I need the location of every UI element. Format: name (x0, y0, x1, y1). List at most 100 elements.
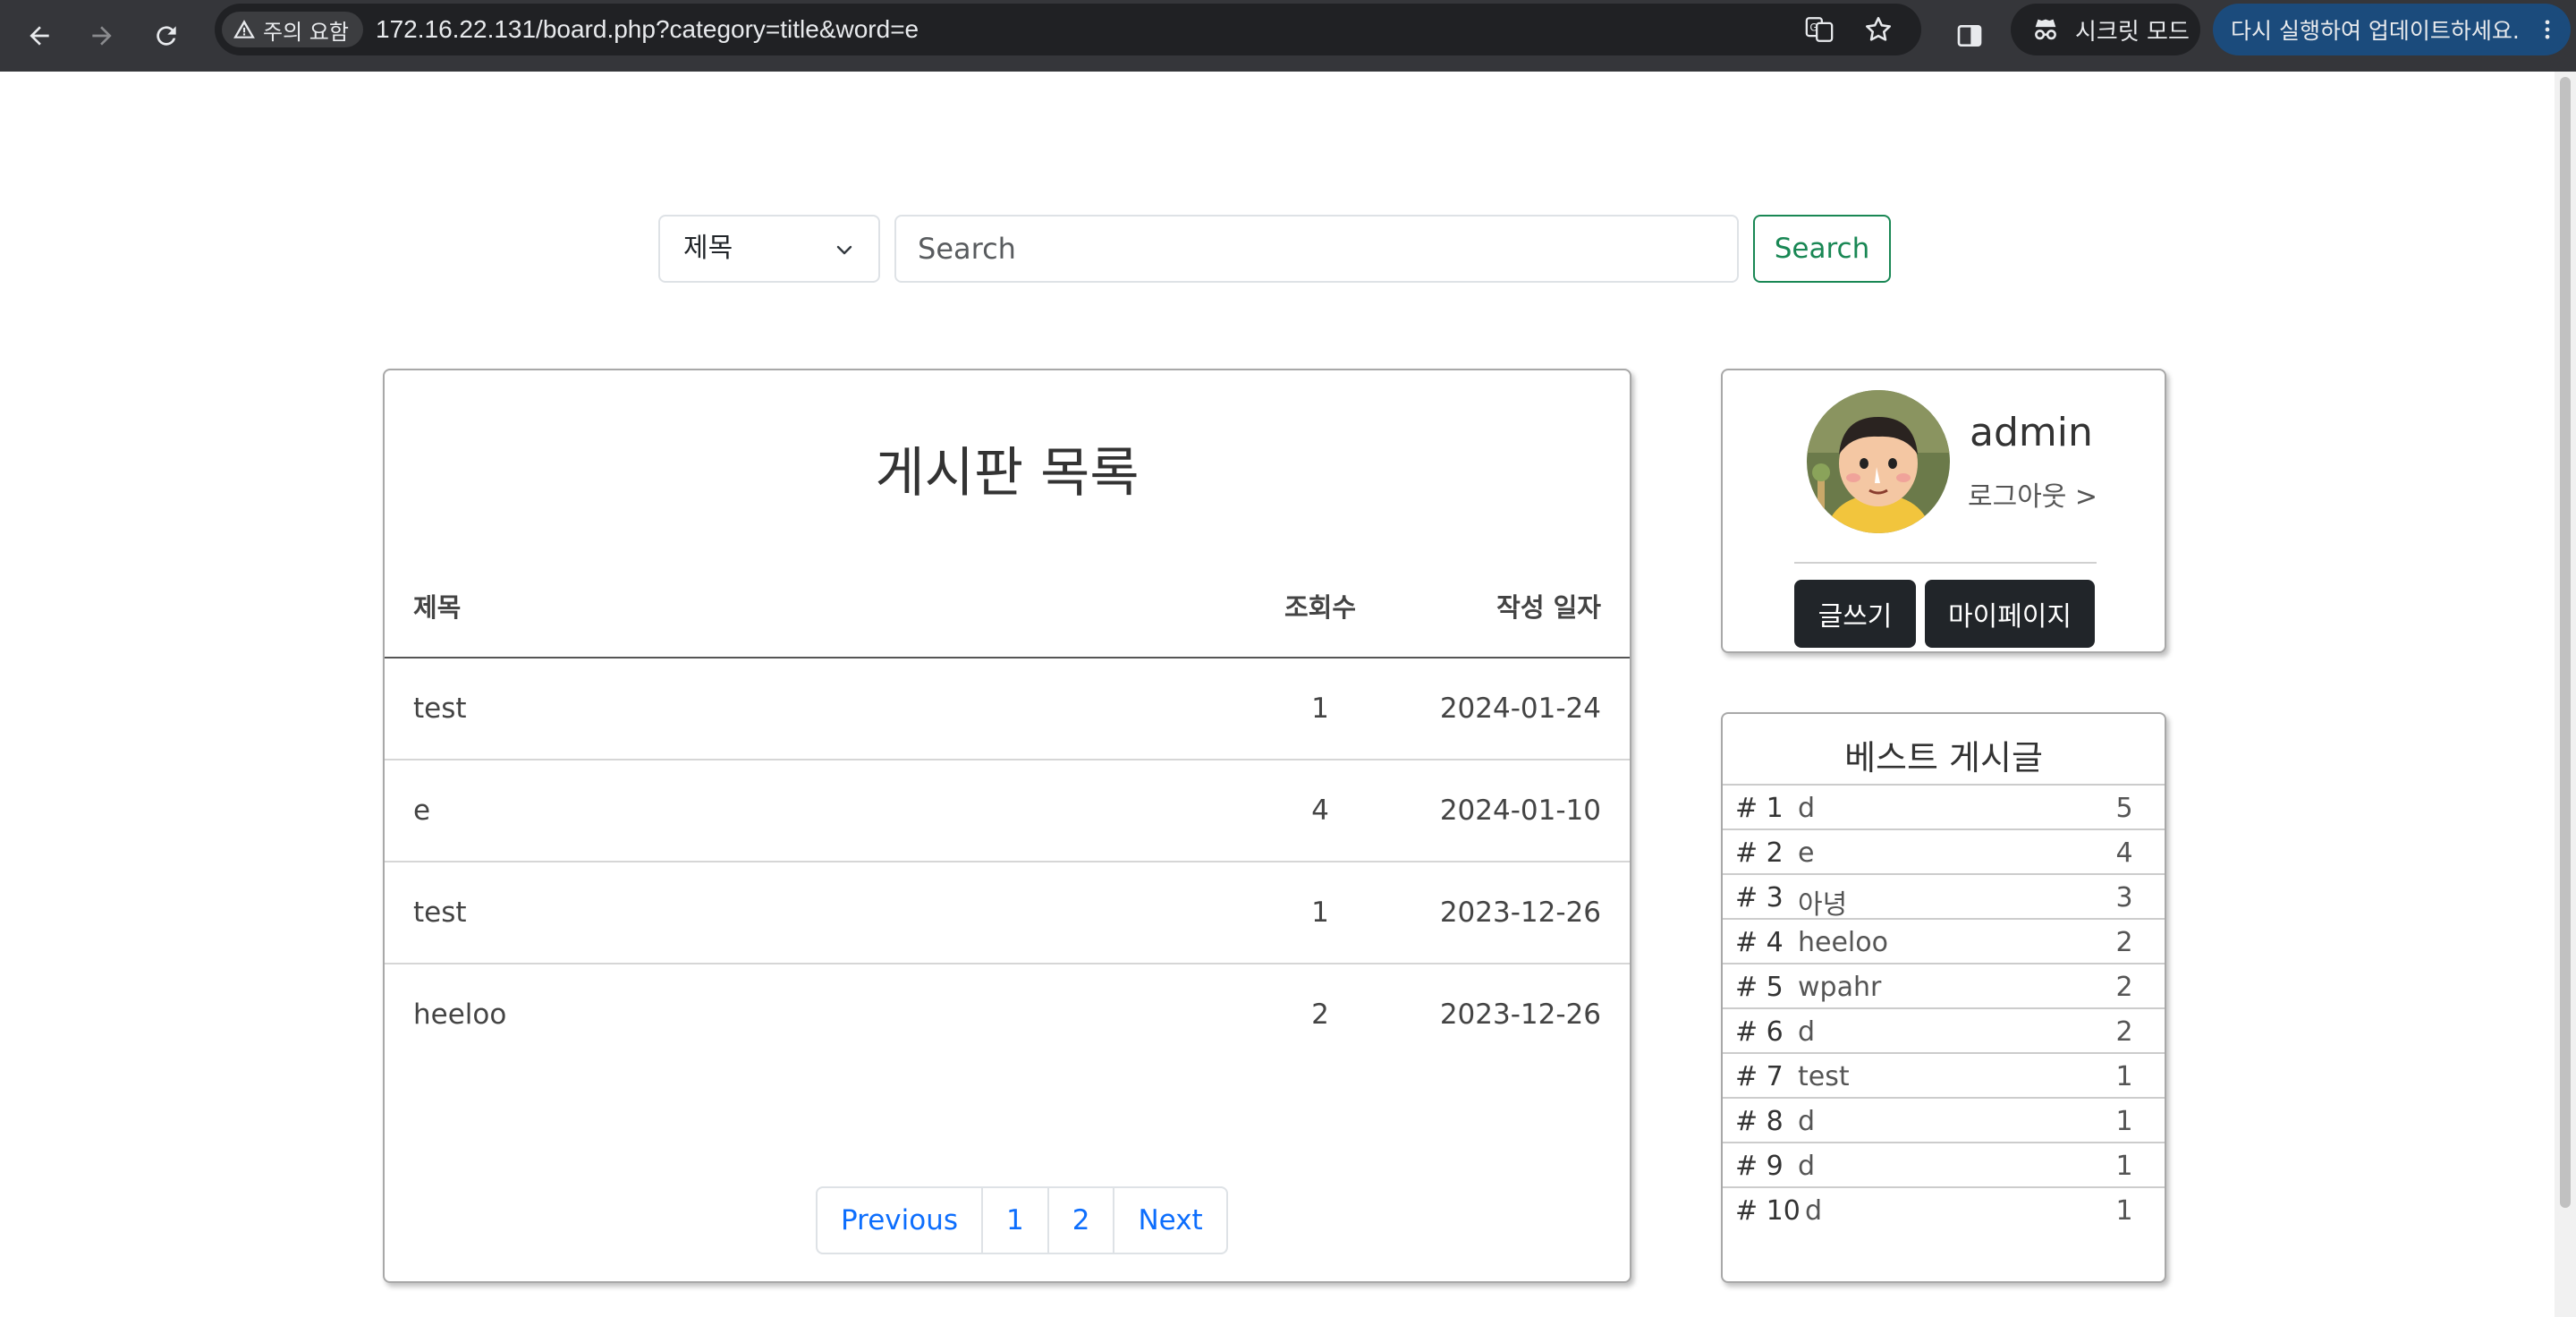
post-title[interactable]: e (413, 794, 430, 827)
post-views: 1 (1311, 692, 1329, 725)
page-scrollbar[interactable] (2555, 72, 2576, 1317)
post-title[interactable]: test (413, 692, 467, 725)
table-row[interactable]: heeloo 2 2023-12-26 (385, 964, 1630, 1063)
forward-arrow-icon (92, 26, 112, 46)
profile-divider (1794, 562, 2097, 564)
search-category-select[interactable]: 제목 (658, 215, 880, 283)
pagination-previous[interactable]: Previous (818, 1188, 981, 1253)
table-row[interactable]: e 4 2024-01-10 (385, 760, 1630, 862)
best-rank: # 2 (1735, 837, 1784, 869)
incognito-label: 시크릿 모드 (2075, 18, 2190, 46)
best-rank: # 1 (1735, 793, 1784, 824)
best-posts-card: 베스트 게시글 # 1 d 5 # 2 e 4 # 3 아녕 3 # 4 heeloo 2 # … (1721, 712, 2166, 1283)
best-rank: # 6 (1735, 1016, 1784, 1048)
profile-card: admin 로그아웃 > 글쓰기 마이페이지 (1721, 369, 2166, 653)
best-post-title[interactable]: wpahr (1798, 972, 1881, 1003)
incognito-icon (2035, 19, 2056, 40)
best-rank: # 8 (1735, 1106, 1784, 1137)
search-button[interactable]: Search (1753, 215, 1891, 283)
column-header-title: 제목 (413, 592, 462, 623)
list-item[interactable]: # 2 e 4 (1723, 830, 2165, 875)
forward-button[interactable] (79, 13, 125, 59)
back-arrow-icon (30, 26, 49, 46)
more-vert-icon[interactable] (2535, 17, 2560, 42)
best-post-title[interactable]: test (1798, 1061, 1850, 1092)
address-bar[interactable]: 주의 요함 172.16.22.131/board.php?category=t… (215, 4, 1921, 55)
post-date: 2024-01-10 (1439, 794, 1601, 827)
url-text[interactable]: 172.16.22.131/board.php?category=title&w… (376, 4, 919, 55)
incognito-chip[interactable]: 시크릿 모드 (2011, 4, 2200, 55)
best-post-title[interactable]: e (1798, 837, 1814, 869)
best-post-views: 1 (2115, 1106, 2133, 1137)
pagination-next[interactable]: Next (1113, 1188, 1225, 1253)
post-views: 1 (1311, 896, 1329, 929)
best-post-title[interactable]: 아녕 (1798, 882, 1847, 922)
list-item[interactable]: # 9 d 1 (1723, 1143, 2165, 1188)
reload-icon (157, 26, 176, 46)
post-date: 2024-01-24 (1439, 692, 1601, 725)
best-post-views: 5 (2115, 793, 2133, 824)
list-item[interactable]: # 3 아녕 3 (1723, 875, 2165, 922)
username: admin (1970, 410, 2093, 455)
side-panel-icon (1957, 25, 1982, 47)
list-item[interactable]: # 6 d 2 (1723, 1009, 2165, 1054)
update-button[interactable]: 다시 실행하여 업데이트하세요. (2213, 4, 2571, 55)
list-item[interactable]: # 5 wpahr 2 (1723, 964, 2165, 1009)
column-header-date: 작성 일자 (1496, 592, 1601, 623)
best-post-title[interactable]: d (1798, 1151, 1815, 1182)
logout-link[interactable]: 로그아웃 > (1968, 474, 2097, 514)
security-chip[interactable]: 주의 요함 (222, 12, 363, 47)
warning-icon (233, 20, 255, 38)
best-post-views: 3 (2115, 882, 2133, 913)
star-icon (1865, 16, 1892, 41)
best-rank: # 5 (1735, 972, 1784, 1003)
translate-button[interactable]: G (1803, 13, 1835, 46)
list-item[interactable]: # 8 d 1 (1723, 1099, 2165, 1143)
best-post-views: 4 (2115, 837, 2133, 869)
pagination: Previous 1 2 Next (816, 1186, 1228, 1254)
security-label: 주의 요함 (263, 19, 349, 45)
list-item[interactable]: # 4 heeloo 2 (1723, 920, 2165, 964)
list-item[interactable]: # 1 d 5 (1723, 786, 2165, 830)
list-item[interactable]: # 7 test 1 (1723, 1054, 2165, 1099)
pagination-page-2[interactable]: 2 (1046, 1188, 1114, 1253)
search-input[interactable] (894, 215, 1739, 283)
table-row[interactable]: test 1 2023-12-26 (385, 862, 1630, 964)
best-post-title[interactable]: d (1798, 793, 1815, 824)
post-date: 2023-12-26 (1439, 998, 1601, 1031)
svg-text:G: G (1809, 21, 1818, 33)
best-post-views: 1 (2115, 1061, 2133, 1092)
post-title[interactable]: test (413, 896, 467, 929)
mypage-button[interactable]: 마이페이지 (1925, 580, 2095, 648)
best-post-views: 1 (2115, 1151, 2133, 1182)
board-title: 게시판 목록 (875, 442, 1140, 505)
post-title[interactable]: heeloo (413, 998, 506, 1031)
post-views: 4 (1311, 794, 1329, 827)
update-label: 다시 실행하여 업데이트하세요. (2231, 18, 2520, 44)
best-post-title[interactable]: d (1798, 1016, 1815, 1048)
post-date: 2023-12-26 (1439, 896, 1601, 929)
table-row[interactable]: test 1 2024-01-24 (385, 658, 1630, 760)
best-rank: # 4 (1735, 927, 1784, 958)
best-post-views: 2 (2115, 1016, 2133, 1048)
list-item[interactable]: # 10 d 1 (1723, 1188, 2165, 1231)
best-posts-title: 베스트 게시글 (1844, 738, 2043, 777)
chevron-down-icon (836, 245, 852, 255)
best-posts-list: # 1d5 # 2e4 # 3 아녕 3 # 4 heeloo 2 # 5 wpahr 2 … (1723, 784, 2165, 1231)
best-post-title[interactable]: heeloo (1798, 927, 1888, 958)
best-post-title[interactable]: d (1798, 1106, 1815, 1137)
pagination-page-1[interactable]: 1 (981, 1188, 1047, 1253)
best-post-title[interactable]: d (1805, 1195, 1822, 1227)
bookmark-button[interactable] (1862, 13, 1894, 46)
scrollbar-thumb[interactable] (2560, 77, 2571, 1208)
best-rank: # 7 (1735, 1061, 1784, 1092)
best-post-views: 2 (2115, 927, 2133, 958)
write-button[interactable]: 글쓰기 (1794, 580, 1916, 648)
best-rank: # 9 (1735, 1151, 1784, 1182)
best-post-views: 2 (2115, 972, 2133, 1003)
reload-button[interactable] (143, 13, 190, 59)
side-panel-button[interactable] (1946, 13, 1993, 59)
back-button[interactable] (16, 13, 63, 59)
column-header-views: 조회수 (1284, 592, 1357, 623)
best-rank: # 3 (1735, 882, 1784, 913)
